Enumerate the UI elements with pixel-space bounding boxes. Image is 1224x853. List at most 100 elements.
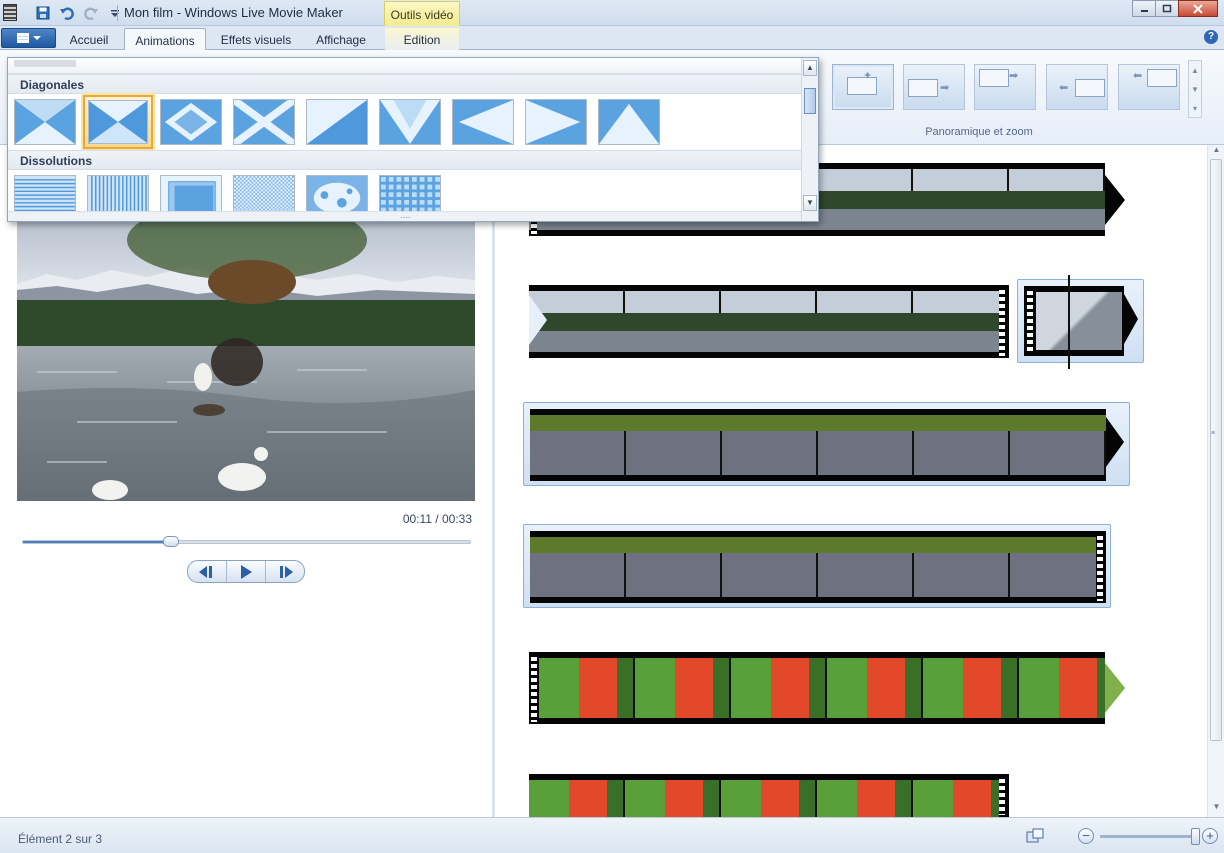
redo-icon[interactable] <box>82 4 100 22</box>
title-separator <box>117 5 118 21</box>
play-button[interactable] <box>227 561 266 582</box>
previous-frame-button[interactable] <box>188 561 227 582</box>
clip-flowers-part-2[interactable] <box>529 774 1009 817</box>
gallery-scrollbar[interactable]: ▲ ▼ <box>801 58 818 221</box>
tab-animations[interactable]: Animations <box>124 28 206 51</box>
storyboard-view-icon[interactable] <box>1026 828 1044 844</box>
selected-clip-thumbnail <box>1024 286 1124 356</box>
clip-strip <box>530 531 1106 603</box>
clip-frames <box>529 780 999 817</box>
contextual-tab-group-label: Outils vidéo <box>384 1 460 29</box>
zoom-controls: − + <box>1078 827 1218 845</box>
transition-diagonal-5[interactable] <box>306 99 368 145</box>
arrow-left-icon: ⬅ <box>1059 82 1069 94</box>
help-icon[interactable]: ? <box>1204 30 1218 44</box>
transition-arrow <box>1124 294 1138 344</box>
arrow-right-icon: ➡ <box>1009 70 1019 82</box>
frame-grass <box>530 537 1096 553</box>
pan-zoom-frame <box>908 79 938 97</box>
gallery-section-header: Dissolutions <box>8 150 803 170</box>
film-perforation <box>999 776 1005 815</box>
clip-lake-part-2[interactable] <box>529 285 1009 358</box>
transition-diagonal-7[interactable] <box>452 99 514 145</box>
zoom-slider[interactable] <box>1100 827 1200 845</box>
gallery-scroll-thumb[interactable] <box>804 88 816 114</box>
pan-zoom-frame <box>847 77 877 95</box>
pan-zoom-frame <box>979 69 1009 87</box>
transition-diagonal-4[interactable] <box>233 99 295 145</box>
transition-marker <box>529 295 547 345</box>
film-app-icon[interactable] <box>3 4 17 21</box>
pan-left-button[interactable]: ⬅ <box>1046 64 1108 110</box>
customize-dropdown-icon[interactable] <box>106 4 124 22</box>
transition-diagonal-3[interactable] <box>160 99 222 145</box>
quick-access-toolbar <box>34 4 124 22</box>
zoom-in-button[interactable]: + <box>1202 828 1218 844</box>
film-perforation <box>1097 533 1103 601</box>
scroll-up-icon[interactable]: ▲ <box>803 60 817 76</box>
status-bar: Élément 2 sur 3 − + <box>0 817 1224 853</box>
storyboard-scroll-thumb[interactable] <box>1210 159 1222 741</box>
maximize-button[interactable] <box>1155 0 1179 17</box>
tab-edition[interactable]: Edition <box>385 28 459 51</box>
scroll-down-icon[interactable]: ▼ <box>1210 802 1223 815</box>
scroll-grip-icon: ≡ <box>1211 430 1216 437</box>
menu-document-icon <box>16 33 29 43</box>
video-preview[interactable] <box>17 222 475 501</box>
playback-controls <box>187 560 305 583</box>
transition-diagonal-1[interactable] <box>14 99 76 145</box>
pan-up-right-button[interactable]: ➡ <box>974 64 1036 110</box>
undo-icon[interactable] <box>58 4 76 22</box>
clip-bear-part-1[interactable] <box>523 402 1130 486</box>
diagonales-row <box>14 95 660 149</box>
clip-strip <box>530 409 1106 481</box>
next-frame-button[interactable] <box>266 561 304 582</box>
close-button[interactable] <box>1178 0 1218 17</box>
zoom-out-button[interactable]: − <box>1078 828 1094 844</box>
time-readout: 00:11 / 00:33 <box>402 512 472 526</box>
transitions-gallery-dropdown: Diagonales Dissolutions .... ▲ ▼ <box>7 57 819 222</box>
frame-treeline <box>529 313 999 331</box>
clip-selected-current[interactable] <box>1017 279 1144 363</box>
frame-water <box>529 331 999 352</box>
tab-accueil[interactable]: Accueil <box>60 28 118 51</box>
film-perforation <box>1027 288 1033 354</box>
pan-up-left-button[interactable]: ⬅ <box>1118 64 1180 110</box>
clip-flowers-part-1[interactable] <box>529 652 1105 724</box>
seek-thumb[interactable] <box>163 536 179 547</box>
pan-zoom-group-label: Panoramique et zoom <box>925 126 1033 138</box>
gallery-section-header: Diagonales <box>8 74 803 94</box>
scroll-down-icon[interactable]: ▼ <box>803 195 817 211</box>
film-perforation <box>531 654 537 722</box>
seek-bar[interactable] <box>22 536 471 547</box>
film-perforation <box>999 287 1005 356</box>
zoom-slider-thumb[interactable] <box>1191 827 1200 845</box>
pan-zoom-frame <box>1075 79 1105 97</box>
tab-effets-visuels[interactable]: Effets visuels <box>214 28 298 51</box>
clip-bear-part-2[interactable] <box>523 524 1111 608</box>
minimize-button[interactable] <box>1132 0 1156 17</box>
transition-diagonal-6[interactable] <box>379 99 441 145</box>
pan-zoom-auto-button[interactable]: ✦ <box>832 64 894 110</box>
transition-diagonal-9[interactable] <box>598 99 660 145</box>
tab-affichage[interactable]: Affichage <box>306 28 376 51</box>
title-bar: Mon film - Windows Live Movie Maker Outi… <box>0 0 1224 29</box>
save-icon[interactable] <box>34 4 52 22</box>
transition-arrow <box>1105 175 1125 225</box>
application-menu-button[interactable] <box>1 28 56 48</box>
window-controls <box>1132 0 1218 17</box>
magic-wand-icon: ✦ <box>863 70 873 82</box>
gallery-previous-item <box>14 60 76 67</box>
transition-arrow <box>1106 417 1124 467</box>
pan-zoom-frame <box>1147 69 1177 87</box>
storyboard-scrollbar[interactable]: ▲ ≡ ▼ <box>1207 145 1224 817</box>
pan-zoom-gallery-scroll[interactable]: ▲ ▼ ▾ <box>1188 60 1202 118</box>
arrow-right-icon: ➡ <box>940 82 950 94</box>
seek-progress <box>23 541 171 543</box>
pan-right-button[interactable]: ➡ <box>903 64 965 110</box>
transition-diagonal-8[interactable] <box>525 99 587 145</box>
playhead[interactable] <box>1068 275 1070 369</box>
gallery-resize-grip[interactable]: .... <box>8 211 803 221</box>
scroll-up-icon[interactable]: ▲ <box>1210 145 1223 158</box>
transition-diagonal-2-selected[interactable] <box>83 95 153 149</box>
